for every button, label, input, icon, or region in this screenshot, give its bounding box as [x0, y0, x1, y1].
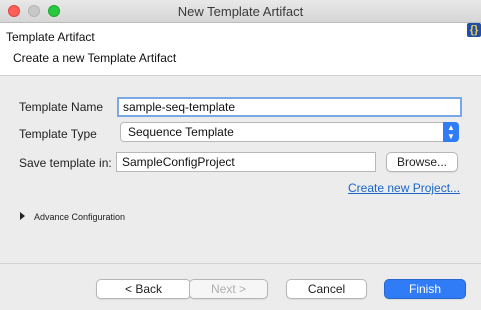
window-title: New Template Artifact — [177, 4, 304, 19]
template-name-label: Template Name — [19, 100, 104, 114]
template-logo-icon: {} — [467, 23, 481, 37]
advance-configuration-toggle[interactable]: Advance Configuration — [34, 212, 125, 222]
back-button[interactable]: < Back — [96, 279, 191, 299]
wizard-header: Template Artifact Create a new Template … — [0, 23, 481, 76]
template-type-value: Sequence Template — [128, 125, 234, 139]
wizard-title: Template Artifact — [6, 30, 95, 44]
disclosure-triangle-icon[interactable] — [20, 212, 25, 220]
browse-button[interactable]: Browse... — [386, 152, 458, 172]
save-location-input[interactable]: SampleConfigProject — [116, 152, 376, 172]
next-button[interactable]: Next > — [189, 279, 268, 299]
template-type-label: Template Type — [19, 127, 97, 141]
template-name-input[interactable]: sample-seq-template — [117, 97, 462, 117]
wizard-subtitle: Create a new Template Artifact — [13, 51, 177, 65]
finish-button[interactable]: Finish — [384, 279, 466, 299]
footer-divider — [0, 263, 481, 264]
template-type-select[interactable]: Sequence Template ▲ ▼ — [120, 122, 459, 142]
cancel-button[interactable]: Cancel — [286, 279, 367, 299]
window-titlebar: New Template Artifact — [0, 0, 481, 23]
select-chevron-icon: ▲ ▼ — [443, 122, 459, 142]
save-location-label: Save template in: — [19, 156, 112, 170]
create-project-link[interactable]: Create new Project... — [348, 181, 460, 195]
